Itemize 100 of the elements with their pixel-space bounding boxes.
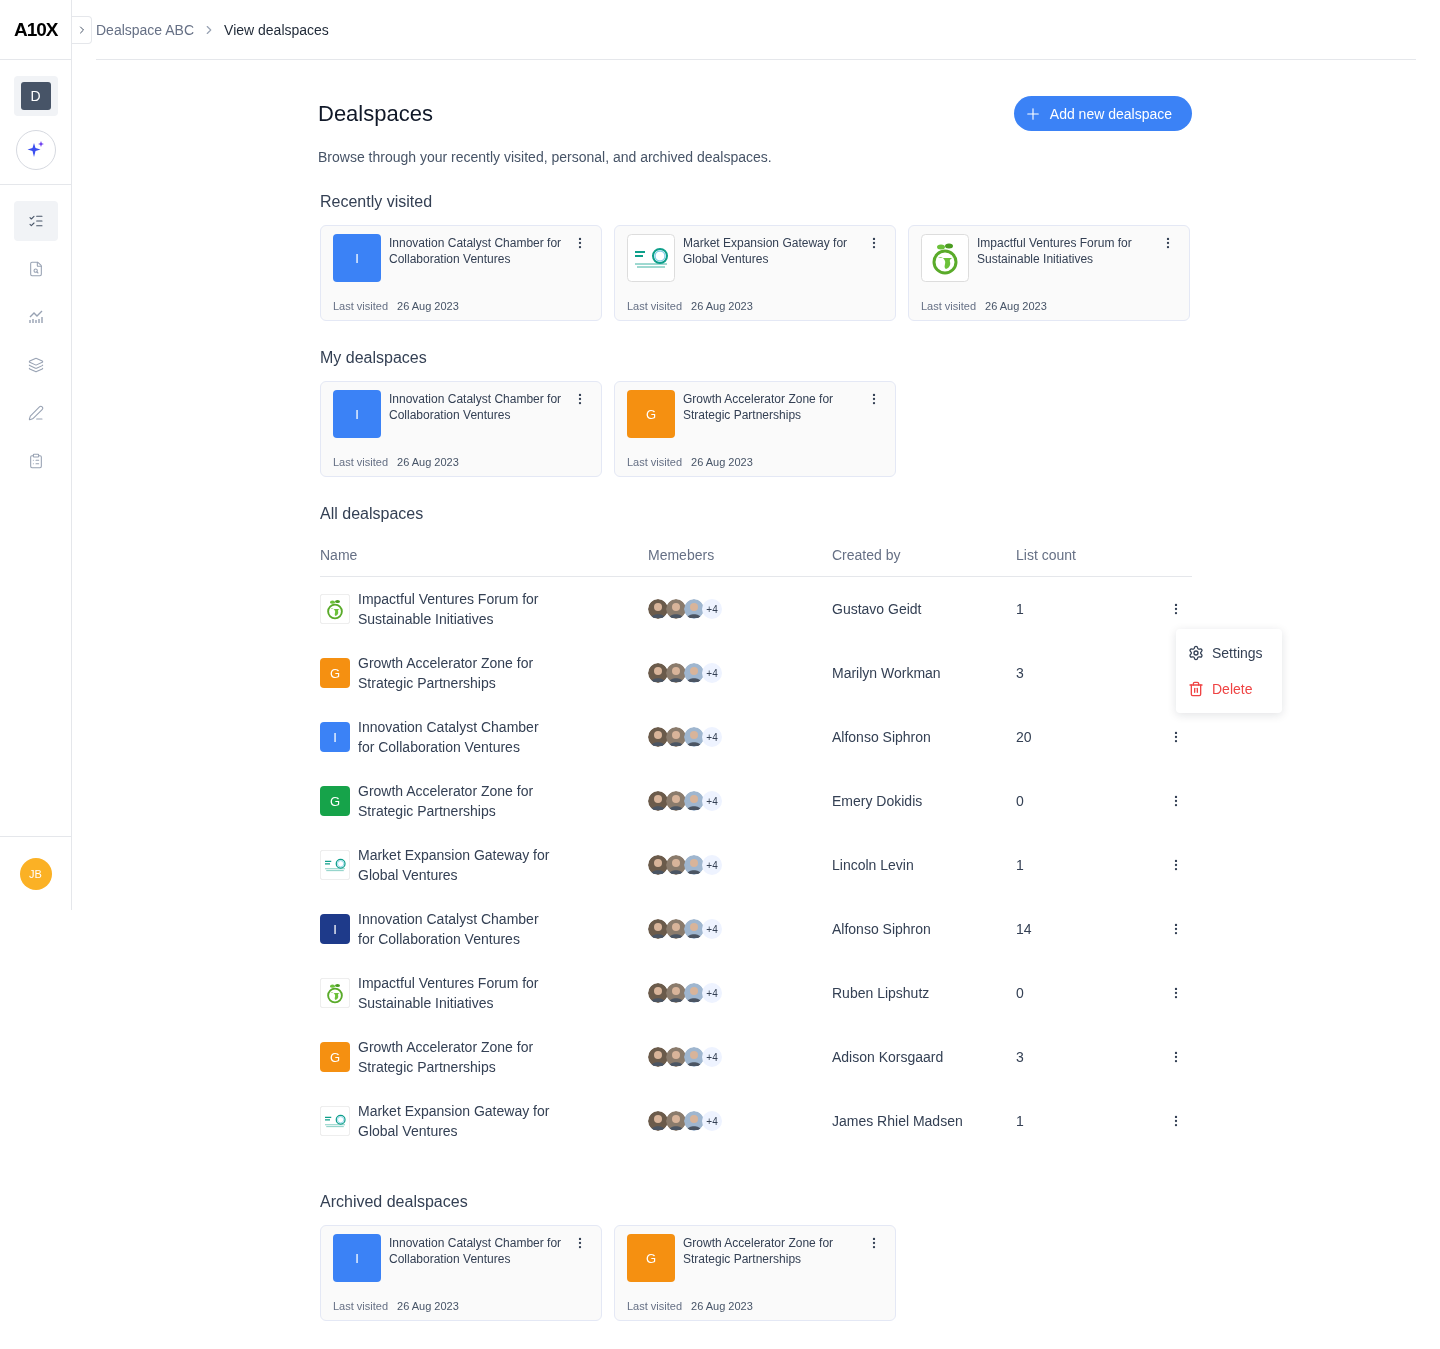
dealspace-name[interactable]: Innovation Catalyst Chamber for Collaboration Ventures [358, 717, 554, 757]
dealspace-logo: I [320, 722, 350, 752]
dealspace-logo: I [333, 1234, 381, 1282]
member-avatar [648, 919, 668, 939]
creator-name: Adison Korsgaard [832, 1049, 945, 1065]
dealspace-name[interactable]: Innovation Catalyst Chamber for Collaboration Ventures [358, 909, 554, 949]
rings-logo-icon [320, 1106, 350, 1136]
member-avatar [684, 727, 704, 747]
visit-date: 26 Aug 2023 [691, 300, 753, 312]
dealspace-logo: G [627, 390, 675, 438]
dealspace-name[interactable]: Growth Accelerator Zone for Strategic Partnerships [358, 653, 554, 693]
dealspace-card[interactable]: I Innovation Catalyst Chamber for Collaboration Ventures Last visited 26 Aug 2023 [320, 381, 602, 477]
section-title: Archived dealspaces [320, 1193, 469, 1211]
more-members-count: +4 [702, 919, 722, 939]
member-avatar [684, 599, 704, 619]
dealspace-card[interactable]: G Growth Accelerator Zone for Strategic Partnerships Last visited 26 Aug 2023 [614, 381, 896, 477]
last-visited-label: Last visited [921, 300, 977, 312]
menu-item[interactable]: Settings [1176, 635, 1282, 671]
dealspace-logo: G [320, 1042, 350, 1072]
member-avatar [648, 791, 668, 811]
breadcrumb-link[interactable]: Dealspace ABC [96, 21, 195, 38]
creator-name: Alfonso Siphron [832, 729, 932, 745]
member-avatar [684, 663, 704, 683]
column-header: Memebers [648, 546, 716, 563]
member-avatar [648, 983, 668, 1003]
member-avatar [684, 855, 704, 875]
dealspace-name[interactable]: Impactful Ventures Forum for Sustainable Initiatives [358, 589, 554, 629]
last-visited-label: Last visited [627, 1300, 683, 1312]
dealspace-card[interactable]: I Innovation Catalyst Chamber for Collaboration Ventures Last visited 26 Aug 2023 [320, 1225, 602, 1321]
dealspace-name: Innovation Catalyst Chamber for Collaboration Ventures [389, 1235, 563, 1268]
more-members-count: +4 [702, 855, 722, 875]
dealspace-card[interactable]: I Innovation Catalyst Chamber for Collaboration Ventures Last visited 26 Aug 2023 [320, 225, 602, 321]
more-members-count: +4 [702, 983, 722, 1003]
dealspace-card[interactable]: G Growth Accelerator Zone for Strategic Partnerships Last visited 26 Aug 2023 [614, 1225, 896, 1321]
dealspace-name: Innovation Catalyst Chamber for Collaboration Ventures [389, 391, 563, 424]
dealspace-name[interactable]: Growth Accelerator Zone for Strategic Partnerships [358, 781, 554, 821]
menu-item[interactable]: Delete [1176, 671, 1282, 707]
member-avatar [648, 1111, 668, 1131]
member-avatar [648, 727, 668, 747]
layers-icon [27, 357, 44, 373]
list-count: 3 [1016, 1049, 1025, 1065]
list-count: 3 [1016, 665, 1025, 681]
checklist-icon [27, 213, 44, 229]
visit-date: 26 Aug 2023 [985, 300, 1047, 312]
dealspace-card[interactable]: Impactful Ventures Forum for Sustainable Initiatives Last visited 26 Aug 2023 [908, 225, 1190, 321]
breadcrumb-link[interactable]: View dealspaces [224, 21, 329, 38]
globe-logo-icon [320, 978, 350, 1008]
member-avatar [666, 599, 686, 619]
member-avatar [666, 983, 686, 1003]
member-avatar [648, 663, 668, 683]
list-count: 1 [1016, 1113, 1025, 1129]
member-avatar [684, 1047, 704, 1067]
visit-date: 26 Aug 2023 [691, 456, 753, 468]
assistant-button[interactable] [15, 130, 56, 170]
dealspace-name[interactable]: Market Expansion Gateway for Global Ventures [358, 845, 554, 885]
dealspace-logo: I [320, 914, 350, 944]
dealspace-name[interactable]: Impactful Ventures Forum for Sustainable Initiatives [358, 973, 554, 1013]
visit-date: 26 Aug 2023 [397, 1300, 459, 1312]
trash-icon [1188, 681, 1204, 697]
globe-logo-icon [921, 234, 969, 282]
list-count: 0 [1016, 793, 1025, 809]
dealspace-logo: G [320, 786, 350, 816]
list-count: 1 [1016, 857, 1025, 873]
visit-date: 26 Aug 2023 [691, 1300, 753, 1312]
dealspace-logo: I [333, 390, 381, 438]
dealspace-name: Market Expansion Gateway for Global Ventures [683, 235, 849, 268]
dealspace-name[interactable]: Growth Accelerator Zone for Strategic Partnerships [358, 1037, 554, 1077]
chart-icon [27, 309, 44, 325]
member-avatar [666, 855, 686, 875]
member-avatar [684, 919, 704, 939]
more-members-count: +4 [702, 663, 722, 683]
dealspace-name[interactable]: Market Expansion Gateway for Global Ventures [358, 1101, 554, 1141]
dealspace-card[interactable]: Market Expansion Gateway for Global Ventures Last visited 26 Aug 2023 [614, 225, 896, 321]
member-avatar [684, 791, 704, 811]
add-dealspace-button[interactable]: Add new dealspace [1013, 96, 1192, 131]
member-avatar [666, 1111, 686, 1131]
file-search-icon [27, 261, 44, 277]
section-title: All dealspaces [320, 505, 425, 523]
member-avatar [684, 983, 704, 1003]
last-visited-label: Last visited [333, 1300, 389, 1312]
settings-icon [1188, 645, 1204, 661]
creator-name: Gustavo Geidt [832, 601, 923, 617]
workspace-avatar[interactable]: D [20, 82, 51, 110]
dealspace-logo: G [320, 658, 350, 688]
last-visited-label: Last visited [627, 456, 683, 468]
last-visited-label: Last visited [333, 456, 389, 468]
clipboard-icon [27, 453, 44, 469]
list-count: 0 [1016, 985, 1025, 1001]
list-count: 1 [1016, 601, 1025, 617]
dealspace-name: Innovation Catalyst Chamber for Collaboration Ventures [389, 235, 563, 268]
section-title: My dealspaces [320, 349, 428, 367]
last-visited-label: Last visited [333, 300, 389, 312]
creator-name: Alfonso Siphron [832, 921, 932, 937]
brand-logo[interactable]: A10X [14, 18, 58, 41]
member-avatar [648, 855, 668, 875]
rings-logo-icon [627, 234, 675, 282]
column-header: List count [1016, 546, 1077, 563]
list-count: 20 [1016, 729, 1033, 745]
section-title: Recently visited [320, 193, 434, 211]
more-members-count: +4 [702, 791, 722, 811]
